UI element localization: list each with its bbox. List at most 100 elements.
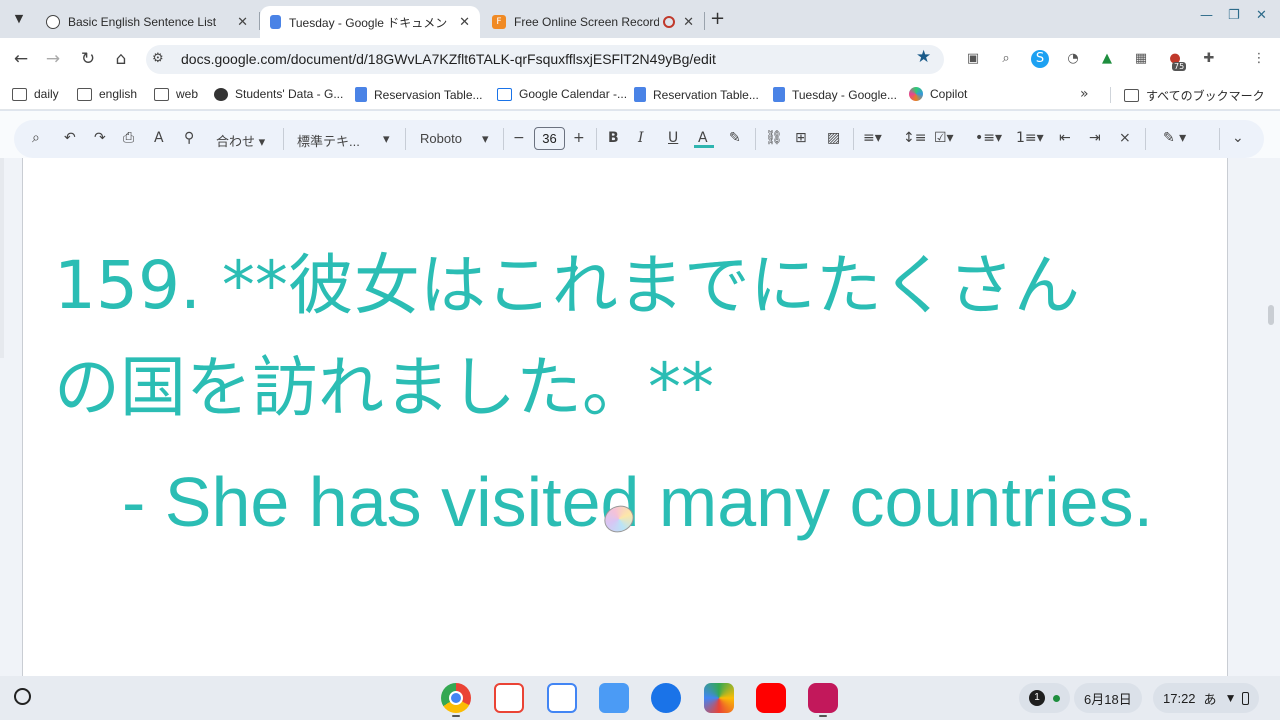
new-tab-plus-icon[interactable]: + [710,8,725,29]
all-bookmarks-folder[interactable]: すべてのブックマーク [1124,87,1265,104]
bookmark-folder-daily[interactable]: daily [12,87,59,101]
toolbar-divider [503,128,504,150]
minimize-icon[interactable]: — [1200,8,1213,23]
bookmarks-overflow-icon[interactable]: » [1080,86,1089,102]
site-info-icon[interactable]: ⚙ [152,51,164,66]
bookmark-label: Tuesday - Google... [792,87,897,102]
maximize-icon[interactable]: ❐ [1228,8,1240,23]
forward-arrow-icon[interactable]: → [42,48,64,70]
close-icon[interactable]: ✕ [683,15,694,30]
document-line-english[interactable]: - She has visited many countries. [122,462,1153,542]
underline-icon[interactable]: U [668,130,678,146]
tab-title: Free Online Screen Recorder [514,15,660,29]
bookmark-reservasion-table[interactable]: Reservasion Table... [355,87,483,102]
home-icon[interactable]: ⌂ [110,48,132,70]
font-select[interactable]: Roboto ▾ [420,131,492,146]
url-text[interactable]: docs.google.com/document/d/18GWvLA7KZflt… [181,51,716,67]
gmail-icon[interactable] [494,683,524,713]
google-calendar-icon[interactable] [547,683,577,713]
bookmark-students-data[interactable]: Students' Data - G... [214,87,343,101]
bookmark-star-icon[interactable]: ★ [916,47,931,67]
skype-icon[interactable]: S [1031,50,1049,68]
checklist-icon[interactable]: ☑▾ [934,130,954,146]
docs-icon [634,87,646,102]
print-icon[interactable]: ⎙ [123,130,134,146]
bookmark-label: Reservation Table... [653,87,759,102]
folder-icon [77,87,92,101]
insert-link-icon[interactable]: ⛓ [765,130,783,146]
bookmark-google-calendar[interactable]: Google Calendar -... [497,87,627,101]
bookmark-folder-english[interactable]: english [77,87,137,101]
speed-gauge-icon[interactable]: ◔ [1064,50,1082,68]
bookmark-copilot[interactable]: Copilot [909,87,967,101]
italic-icon[interactable]: I [638,130,644,146]
font-size-input[interactable]: 36 [534,127,565,150]
bookmark-label: daily [34,87,59,101]
bookmarks-divider [1110,87,1111,103]
calendar-icon [497,87,512,101]
calendar-date-pill[interactable]: 6月18日 [1074,683,1142,713]
search-extension-icon[interactable]: ⌕ [997,50,1015,68]
bookmark-folder-web[interactable]: web [154,87,198,101]
paragraph-style-select[interactable]: 標準テキ... ▾ [297,131,393,150]
files-icon[interactable] [599,683,629,713]
extension-badge: 75 [1172,62,1187,71]
vertical-scrollbar[interactable] [1268,305,1274,325]
document-line-japanese-1[interactable]: 159. **彼女はこれまでにたくさん [54,232,1080,328]
increase-font-size-icon[interactable]: + [573,130,585,146]
messages-icon[interactable] [651,683,681,713]
chrome-icon[interactable] [441,683,471,713]
screen-recorder-app-icon[interactable] [808,683,838,713]
youtube-icon[interactable] [756,683,786,713]
bookmark-tuesday-doc[interactable]: Tuesday - Google... [773,87,897,102]
undo-icon[interactable]: ↶ [64,130,76,146]
decrease-font-size-icon[interactable]: − [513,130,525,146]
numbered-list-icon[interactable]: 1≡▾ [1016,130,1044,146]
tab-screen-recorder[interactable]: F Free Online Screen Recorder ✕ [482,6,704,38]
document-line-japanese-2[interactable]: の国を訪れました。** [54,334,714,430]
search-menus-icon[interactable]: ⌕ [32,130,40,146]
zoom-value: 合わせ [216,134,256,149]
status-dot [1053,694,1060,702]
reload-icon[interactable]: ↻ [77,48,99,70]
ime-indicator: あ [1203,691,1217,707]
more-menu-icon[interactable]: ⋮ [1250,50,1268,68]
google-meet-icon[interactable] [704,683,734,713]
redo-icon[interactable]: ↷ [94,130,106,146]
system-tray-pill[interactable]: 17:22 あ ▼ [1153,683,1260,713]
clear-formatting-icon[interactable]: ⨯ [1119,130,1131,146]
decrease-indent-icon[interactable]: ⇤ [1059,130,1071,146]
notification-pill[interactable]: 1 [1019,683,1070,713]
close-icon[interactable]: ✕ [237,15,248,30]
drive-icon[interactable]: ▲ [1098,50,1116,68]
copilot-icon [909,87,923,101]
tab-basic-english[interactable]: Basic English Sentence List ✕ [36,6,258,38]
increase-indent-icon[interactable]: ⇥ [1089,130,1101,146]
close-window-icon[interactable]: ✕ [1256,8,1267,23]
align-icon[interactable]: ≡▾ [863,130,882,146]
highlight-icon[interactable]: ✎ [729,130,741,146]
bookmark-reservation-table[interactable]: Reservation Table... [634,87,759,102]
collapse-toolbar-chevron-icon[interactable]: ⌄ [1232,130,1244,146]
launcher-icon[interactable] [14,688,31,705]
add-comment-icon[interactable]: ⊞ [795,130,807,146]
bold-icon[interactable]: B [608,130,619,146]
tab-tuesday-doc[interactable]: Tuesday - Google ドキュメント ✕ [260,6,480,38]
line-spacing-icon[interactable]: ↕≡ [903,130,926,146]
editing-mode-pencil-icon[interactable]: ✎ ▾ [1163,130,1186,146]
bookmark-label: web [176,87,199,101]
bulleted-list-icon[interactable]: •≡▾ [975,130,1002,146]
chat-extension-icon[interactable]: ▣ [964,50,982,68]
close-icon[interactable]: ✕ [459,15,470,30]
puzzle-extensions-icon[interactable]: ✚ [1200,50,1218,68]
back-arrow-icon[interactable]: ← [10,48,32,70]
zoom-select[interactable]: 合わせ ▾ [216,131,265,150]
insert-image-icon[interactable]: ▨ [827,130,840,146]
calculator-icon[interactable]: ▦ [1132,50,1150,68]
toolbar-divider [853,128,854,150]
tab-search-chevron-icon[interactable]: ▼ [8,8,30,30]
paint-format-icon[interactable]: ⚲ [184,130,194,146]
text-color-icon[interactable]: A [698,130,708,146]
spellcheck-icon[interactable]: A [154,130,164,146]
github-icon [214,87,228,101]
